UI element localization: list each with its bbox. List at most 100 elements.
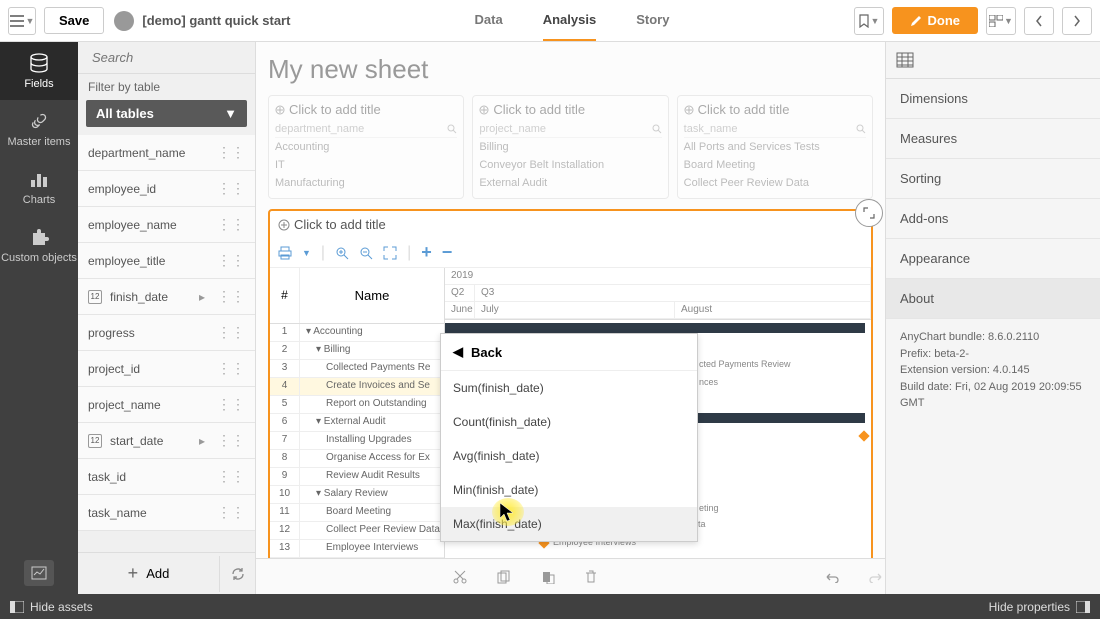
fit-button[interactable] <box>383 246 397 260</box>
section-dimensions[interactable]: Dimensions <box>886 79 1100 119</box>
copy-button[interactable] <box>497 570 511 584</box>
sidebar-item-custom[interactable]: Custom objects <box>0 216 78 274</box>
section-appearance[interactable]: Appearance <box>886 239 1100 279</box>
list-item[interactable]: All Ports and Services Tests <box>684 138 866 156</box>
gantt-row[interactable]: 12Collect Peer Review Data <box>270 522 444 540</box>
search-icon <box>856 124 866 134</box>
list-item[interactable]: Collect Peer Review Data <box>684 174 866 192</box>
undo-button[interactable] <box>823 571 839 583</box>
gantt-row[interactable]: 5Report on Outstanding <box>270 396 444 414</box>
list-item[interactable]: IT <box>275 156 457 174</box>
sidebar-item-master[interactable]: Master items <box>0 100 78 158</box>
card-search[interactable]: department_name <box>275 121 457 138</box>
card-title[interactable]: Click to add title <box>275 102 457 117</box>
field-item-progress[interactable]: progress⋮⋮ <box>78 315 255 351</box>
list-item[interactable]: Billing <box>479 138 661 156</box>
card-title[interactable]: Click to add title <box>684 102 866 117</box>
top-cards: Click to add title department_nameAccount… <box>268 95 873 199</box>
gantt-header: # Name <box>270 268 444 324</box>
insight-button[interactable] <box>24 560 54 586</box>
zoom-out-button[interactable] <box>359 246 373 260</box>
cut-button[interactable] <box>453 570 467 584</box>
section-addons[interactable]: Add-ons <box>886 199 1100 239</box>
prev-sheet-button[interactable] <box>1024 7 1054 35</box>
sheet-title[interactable]: My new sheet <box>268 54 873 85</box>
refresh-button[interactable] <box>219 556 255 592</box>
gantt-title-add[interactable]: Click to add title <box>270 211 871 238</box>
agg-back-button[interactable]: ◀ Back <box>441 334 697 371</box>
redo-button[interactable] <box>869 571 885 583</box>
list-item[interactable]: Conveyor Belt Installation <box>479 156 661 174</box>
agg-item-min[interactable]: Min(finish_date) <box>441 473 697 507</box>
gantt-row[interactable]: 6▾ External Audit <box>270 414 444 432</box>
gantt-row[interactable]: 4Create Invoices and Se <box>270 378 444 396</box>
field-item-finish-date[interactable]: 12finish_date▸⋮⋮ <box>78 279 255 315</box>
field-item-project-name[interactable]: project_name⋮⋮ <box>78 387 255 423</box>
expand-handle[interactable] <box>855 199 883 227</box>
bookmark-button[interactable]: ▼ <box>854 7 884 35</box>
gantt-row[interactable]: 13Employee Interviews <box>270 540 444 558</box>
list-item[interactable]: Accounting <box>275 138 457 156</box>
chevron-right-icon: ▸ <box>199 434 205 448</box>
section-measures[interactable]: Measures <box>886 119 1100 159</box>
field-item-task-id[interactable]: task_id⋮⋮ <box>78 459 255 495</box>
hide-properties-button[interactable]: Hide properties <box>989 600 1090 614</box>
card-title[interactable]: Click to add title <box>479 102 661 117</box>
print-icon <box>278 246 292 260</box>
filter-card-1[interactable]: Click to add title project_nameBillingCon… <box>472 95 668 199</box>
done-button[interactable]: Done <box>892 7 979 34</box>
agg-item-max[interactable]: Max(finish_date) <box>441 507 697 541</box>
section-sorting[interactable]: Sorting <box>886 159 1100 199</box>
tables-dropdown[interactable]: All tables ▼ <box>86 100 247 127</box>
search-box[interactable] <box>78 42 255 74</box>
gantt-row[interactable]: 9Review Audit Results <box>270 468 444 486</box>
filter-card-0[interactable]: Click to add title department_nameAccount… <box>268 95 464 199</box>
field-item-employee-name[interactable]: employee_name⋮⋮ <box>78 207 255 243</box>
gantt-row[interactable]: 7Installing Upgrades <box>270 432 444 450</box>
drag-handle-icon: ⋮⋮ <box>217 216 245 233</box>
agg-item-avg[interactable]: Avg(finish_date) <box>441 439 697 473</box>
field-item-employee-id[interactable]: employee_id⋮⋮ <box>78 171 255 207</box>
gantt-row[interactable]: 1▾ Accounting <box>270 324 444 342</box>
drag-handle-icon: ⋮⋮ <box>217 252 245 269</box>
search-input[interactable] <box>92 50 270 65</box>
tab-story[interactable]: Story <box>636 0 669 41</box>
gantt-row[interactable]: 10▾ Salary Review <box>270 486 444 504</box>
gantt-row[interactable]: 3Collected Payments Re <box>270 360 444 378</box>
gantt-row[interactable]: 8Organise Access for Ex <box>270 450 444 468</box>
drag-handle-icon: ⋮⋮ <box>217 360 245 377</box>
print-button[interactable] <box>278 246 292 260</box>
drag-handle-icon: ⋮⋮ <box>217 180 245 197</box>
tab-data[interactable]: Data <box>475 0 503 41</box>
expand-rows-button[interactable]: + <box>421 242 432 263</box>
delete-button[interactable] <box>585 570 597 584</box>
save-button[interactable]: Save <box>44 7 104 34</box>
menu-button[interactable]: ▼ <box>8 7 36 35</box>
agg-item-sum[interactable]: Sum(finish_date) <box>441 371 697 405</box>
zoom-in-button[interactable] <box>335 246 349 260</box>
gantt-row[interactable]: 2▾ Billing <box>270 342 444 360</box>
next-sheet-button[interactable] <box>1062 7 1092 35</box>
list-item[interactable]: Manufacturing <box>275 174 457 192</box>
agg-item-count[interactable]: Count(finish_date) <box>441 405 697 439</box>
field-item-task-name[interactable]: task_name⋮⋮ <box>78 495 255 531</box>
field-item-employee-title[interactable]: employee_title⋮⋮ <box>78 243 255 279</box>
hide-assets-button[interactable]: Hide assets <box>10 600 93 614</box>
list-item[interactable]: Board Meeting <box>684 156 866 174</box>
add-button[interactable]: + Add <box>78 553 219 594</box>
field-item-department-name[interactable]: department_name⋮⋮ <box>78 135 255 171</box>
sidebar-item-fields[interactable]: Fields <box>0 42 78 100</box>
card-search[interactable]: project_name <box>479 121 661 138</box>
field-item-start-date[interactable]: 12start_date▸⋮⋮ <box>78 423 255 459</box>
field-item-project-id[interactable]: project_id⋮⋮ <box>78 351 255 387</box>
tab-analysis[interactable]: Analysis <box>543 0 596 41</box>
sheets-button[interactable]: ▼ <box>986 7 1016 35</box>
gantt-row[interactable]: 11Board Meeting <box>270 504 444 522</box>
section-about[interactable]: About <box>886 279 1100 319</box>
filter-card-2[interactable]: Click to add title task_nameAll Ports and… <box>677 95 873 199</box>
collapse-rows-button[interactable]: − <box>442 242 453 263</box>
paste-button[interactable] <box>541 570 555 584</box>
card-search[interactable]: task_name <box>684 121 866 138</box>
sidebar-item-charts[interactable]: Charts <box>0 158 78 216</box>
list-item[interactable]: External Audit <box>479 174 661 192</box>
